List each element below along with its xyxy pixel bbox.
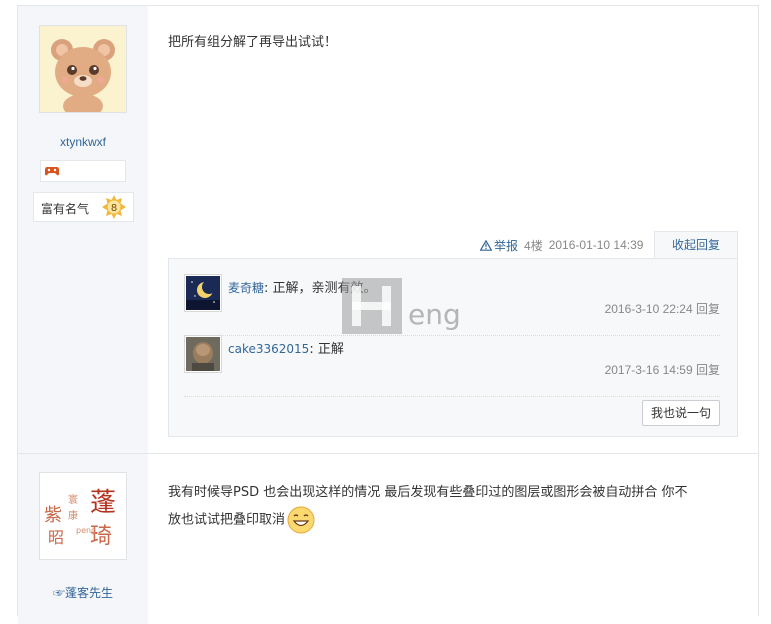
fame-rank: 富有名气 8 [33, 192, 134, 222]
post-content-line: 放也试试把叠印取消 [168, 506, 688, 534]
username[interactable]: xtynkwxf [18, 135, 148, 149]
site-watermark: eng [342, 278, 468, 340]
comment-body: : 正解 [309, 342, 344, 357]
bear-avatar-icon [40, 26, 126, 112]
post-content-line: 我有时候导PSD 也会出现这样的情况 最后发现有些叠印过的图层或图形会被自动拼合… [168, 485, 688, 500]
grin-emoji-icon [287, 506, 315, 534]
user-avatar[interactable]: 蓬 琦 紫 昭 寰 康 peng [39, 472, 127, 560]
statue-avatar-icon [186, 337, 220, 371]
comment-avatar[interactable] [184, 274, 222, 312]
svg-text:peng: peng [76, 526, 96, 535]
svg-text:eng: eng [408, 298, 461, 331]
svg-text:8: 8 [111, 203, 117, 214]
post-time: 2016-01-10 14:39 [548, 238, 644, 252]
svg-text:康: 康 [68, 509, 78, 522]
calligraphy-avatar-icon: 蓬 琦 紫 昭 寰 康 peng [40, 473, 126, 559]
floor-number: 4楼 [524, 238, 543, 253]
fame-title: 富有名气 [41, 202, 90, 216]
svg-text:寰: 寰 [68, 493, 78, 506]
pointing-hand-icon: ☞ [52, 586, 65, 600]
medal-box [40, 160, 126, 182]
user-avatar[interactable] [39, 25, 127, 113]
comment-username[interactable]: 麦奇糖 [228, 281, 264, 295]
comment-avatar[interactable] [184, 335, 222, 373]
user-sidebar: 蓬 琦 紫 昭 寰 康 peng ☞蓬客先生 [18, 454, 148, 624]
comment-text: cake3362015: 正解 [228, 338, 344, 357]
post-floor-4: xtynkwxf 富有名气 8 把所有组分解了再导出试试！ 举报 4楼 2016… [18, 6, 758, 454]
add-comment-button[interactable]: 我也说一句 [642, 400, 720, 426]
warning-icon [480, 239, 492, 251]
post-floor-5: 蓬 琦 紫 昭 寰 康 peng ☞蓬客先生 我有时候导PSD 也会出现这样的情… [18, 454, 758, 624]
svg-text:紫: 紫 [44, 505, 62, 526]
report-link[interactable]: 举报 [480, 237, 518, 254]
username[interactable]: ☞蓬客先生 [18, 584, 148, 601]
comment-username[interactable]: cake3362015 [228, 342, 309, 356]
collapse-replies-button[interactable]: 收起回复 [654, 231, 738, 259]
post-meta: 举报 4楼 2016-01-10 14:39 [480, 232, 643, 258]
comment-meta: 2017-3-16 14:59 回复 [605, 361, 720, 378]
post-content-text: 放也试试把叠印取消 [168, 512, 286, 528]
thread-frame: xtynkwxf 富有名气 8 把所有组分解了再导出试试！ 举报 4楼 2016… [17, 5, 759, 624]
level-star-badge-icon: 8 [102, 195, 126, 219]
user-sidebar: xtynkwxf 富有名气 8 [18, 6, 148, 453]
comment-reply-link[interactable]: 回复 [696, 363, 720, 377]
svg-text:昭: 昭 [48, 528, 64, 547]
username-label[interactable]: 蓬客先生 [65, 586, 113, 600]
post-content: 把所有组分解了再导出试试！ [168, 35, 338, 50]
comment-meta: 2016-3-10 22:24 回复 [605, 300, 720, 317]
gamepad-medal-icon[interactable] [44, 164, 60, 178]
report-label[interactable]: 举报 [494, 237, 518, 254]
comment-reply-link[interactable]: 回复 [696, 302, 720, 316]
comment-time: 2017-3-16 14:59 [604, 363, 693, 377]
watermark-logo-icon: eng [342, 278, 461, 334]
comment-item: cake3362015: 正解 2017-3-16 14:59 回复 [184, 335, 720, 397]
post-content: 我有时候导PSD 也会出现这样的情况 最后发现有些叠印过的图层或图形会被自动拼合… [168, 480, 688, 534]
moon-night-avatar-icon [186, 276, 220, 310]
comment-time: 2016-3-10 22:24 [604, 302, 693, 316]
svg-text:蓬: 蓬 [90, 488, 116, 518]
